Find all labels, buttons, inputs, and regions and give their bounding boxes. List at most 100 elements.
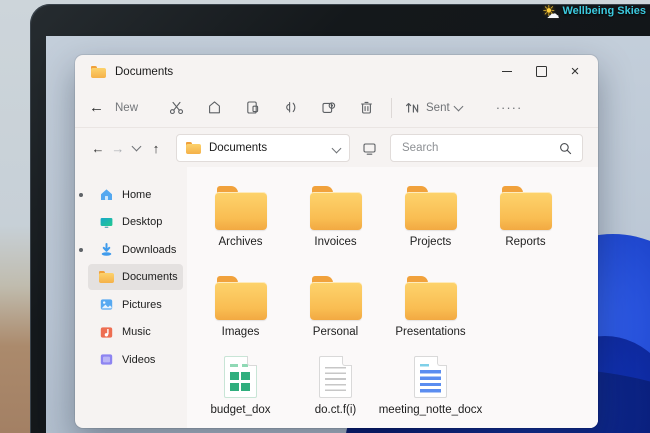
explorer-window: Documents × ← New Sent ····· ← → ↑ Docum… [75, 55, 598, 428]
search-box[interactable] [390, 134, 583, 162]
folder-row: Archives Invoices Projects Reports [193, 186, 573, 248]
nav-back-button[interactable]: ← [88, 141, 108, 156]
folder-icon [214, 276, 267, 320]
sidebar-item-documents[interactable]: Documents [88, 264, 183, 290]
sort-button[interactable]: Sent [404, 100, 464, 115]
toolbar-divider [391, 97, 393, 118]
folder-name: Projects [409, 236, 452, 248]
sidebar-item-videos[interactable]: Videos [88, 347, 183, 373]
close-button[interactable]: × [558, 59, 592, 85]
paste-button[interactable] [244, 99, 261, 116]
pictures-icon [99, 297, 114, 312]
sidebar-item-label: Videos [122, 353, 156, 366]
rename-button[interactable] [282, 99, 299, 116]
desktop-icon [99, 215, 114, 230]
sidebar-item-music[interactable]: Music [88, 319, 183, 345]
word-file-icon [414, 356, 447, 398]
folder-name: Personal [312, 326, 359, 338]
new-button[interactable]: New [115, 102, 138, 114]
chevron-down-icon [331, 143, 342, 154]
sidebar: Home Desktop Downloads Documents Picture… [75, 167, 187, 428]
delete-button[interactable] [358, 99, 375, 116]
home-icon [99, 187, 114, 202]
folder-name: Archives [218, 236, 263, 248]
nav-up-button[interactable]: ↑ [146, 141, 166, 156]
sidebar-item-label: Desktop [122, 216, 163, 228]
window-controls: × [490, 59, 592, 85]
folder-name: Reports [505, 236, 546, 248]
chevron-down-icon [453, 101, 464, 111]
pinned-dot [79, 192, 83, 197]
copy-icon [209, 101, 220, 114]
toolbar-back-button[interactable]: ← [89, 100, 104, 115]
sidebar-item-label: Pictures [122, 298, 162, 311]
more-options-button[interactable]: ····· [496, 100, 523, 115]
file-name: meeting_notte_docx [378, 404, 483, 416]
minimize-button[interactable] [490, 59, 524, 85]
cut-button[interactable] [168, 99, 185, 116]
folder-icon [404, 186, 457, 230]
downloads-icon [99, 242, 114, 257]
folder-item-personal[interactable]: Personal [288, 276, 383, 338]
documents-folder-icon [99, 271, 114, 283]
minimize-icon [502, 70, 512, 73]
videos-icon [99, 352, 114, 367]
search-icon [560, 142, 572, 154]
file-name: do.ct.f(i) [314, 404, 357, 416]
watermark-brand: Wellbeing Skies [562, 5, 646, 17]
sidebar-item-downloads[interactable]: Downloads [79, 237, 183, 263]
nav-forward-button[interactable]: → [108, 141, 128, 156]
folder-name: Presentations [395, 326, 466, 338]
sidebar-item-desktop[interactable]: Desktop [88, 209, 183, 235]
display-view-button[interactable] [361, 140, 378, 157]
sidebar-item-pictures[interactable]: Pictures [88, 292, 183, 318]
file-item-budget[interactable]: budget_dox [193, 356, 288, 416]
copy-button[interactable] [206, 99, 223, 116]
file-item-doc[interactable]: do.ct.f(i) [288, 356, 383, 416]
folder-item-reports[interactable]: Reports [478, 186, 573, 248]
watermark: ☀ ☁ Wellbeing Skies [542, 2, 646, 21]
folder-icon [404, 276, 457, 320]
folder-item-images[interactable]: Images [193, 276, 288, 338]
title-bar[interactable]: Documents × [75, 55, 598, 88]
music-icon [99, 325, 114, 340]
folder-item-presentations[interactable]: Presentations [383, 276, 478, 338]
navigation-bar: ← → ↑ Documents [75, 128, 598, 168]
sidebar-item-label: Downloads [122, 243, 177, 256]
maximize-button[interactable] [524, 59, 558, 85]
sidebar-item-label: Home [122, 188, 152, 201]
share-button[interactable] [320, 99, 337, 116]
sort-icon [406, 103, 419, 113]
spreadsheet-file-icon [224, 356, 257, 398]
toolbar-icons [168, 99, 375, 116]
share-icon [322, 102, 336, 113]
sort-label: Sent [426, 101, 450, 114]
rename-icon [286, 102, 296, 113]
recent-locations-button[interactable] [128, 141, 146, 152]
folder-icon [214, 186, 267, 230]
scissors-icon [169, 101, 184, 115]
address-path: Documents [208, 142, 268, 154]
trash-icon [361, 101, 372, 114]
pinned-dot [79, 247, 83, 252]
cloud-icon: ☁ [546, 6, 560, 21]
search-input[interactable] [400, 141, 558, 155]
sidebar-item-label: Music [122, 326, 151, 338]
folder-row: Images Personal Presentations [193, 276, 478, 338]
folder-item-archives[interactable]: Archives [193, 186, 288, 248]
folder-name: Images [221, 326, 260, 338]
folder-item-projects[interactable]: Projects [383, 186, 478, 248]
file-item-meeting-notes[interactable]: meeting_notte_docx [379, 356, 482, 416]
address-dropdown-button[interactable] [331, 139, 342, 157]
folder-item-invoices[interactable]: Invoices [288, 186, 383, 248]
display-icon [363, 142, 376, 155]
address-bar[interactable]: Documents [175, 134, 350, 162]
paste-icon [247, 101, 259, 114]
folder-name: Invoices [314, 236, 357, 248]
folder-icon [309, 186, 362, 230]
scene: ☀ ☁ Wellbeing Skies Documents × ← New Se… [0, 0, 650, 433]
sidebar-item-home[interactable]: Home [79, 182, 183, 208]
folder-icon [185, 142, 201, 154]
text-file-icon [319, 356, 352, 398]
folder-icon [309, 276, 362, 320]
